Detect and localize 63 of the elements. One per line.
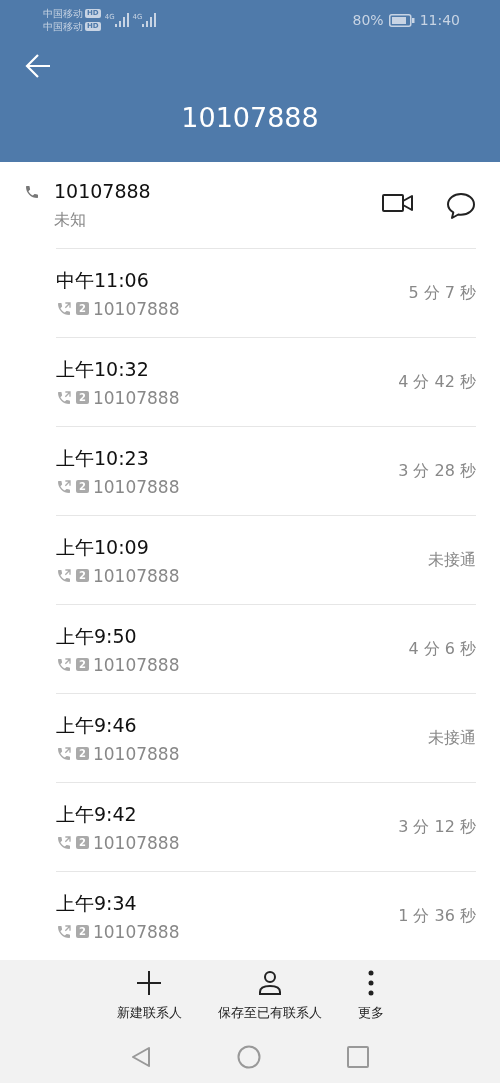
sim-badge: 2 xyxy=(76,391,89,405)
carrier-name: 中国移动 xyxy=(43,20,83,33)
call-duration: 未接通 xyxy=(428,727,476,749)
call-time: 上午10:32 xyxy=(56,356,150,382)
sim-badge: 2 xyxy=(76,658,89,672)
sim-badge: 2 xyxy=(76,925,89,939)
header-title: 10107888 xyxy=(180,102,320,133)
call-number: 10107888 xyxy=(92,654,180,675)
call-outgoing-icon xyxy=(56,923,72,940)
call-time: 上午9:50 xyxy=(56,623,138,649)
signal-icon xyxy=(114,13,129,27)
battery-icon xyxy=(388,13,415,27)
call-time: 上午10:23 xyxy=(56,445,150,471)
person-icon xyxy=(256,970,283,997)
call-time: 上午10:09 xyxy=(56,534,150,560)
contact-number: 10107888 xyxy=(54,179,152,202)
call-outgoing-icon xyxy=(56,389,72,406)
contact-label: 未知 xyxy=(54,209,87,231)
call-duration: 5 分 7 秒 xyxy=(408,282,476,304)
message-icon[interactable] xyxy=(446,191,476,220)
call-duration: 未接通 xyxy=(428,549,476,571)
call-duration: 3 分 12 秒 xyxy=(398,816,476,838)
call-outgoing-icon xyxy=(56,834,72,851)
action-button[interactable]: 新建联系人 xyxy=(116,970,182,1032)
call-duration: 4 分 6 秒 xyxy=(408,638,476,660)
call-outgoing-icon xyxy=(56,300,72,317)
call-number: 10107888 xyxy=(92,387,180,408)
call-number: 10107888 xyxy=(92,743,180,764)
sim-badge: 2 xyxy=(76,480,89,494)
clock-time: 11:40 xyxy=(419,12,460,28)
sim-badge: 2 xyxy=(76,836,89,850)
plus-icon xyxy=(136,970,162,997)
signal-icon xyxy=(142,13,157,27)
call-outgoing-icon xyxy=(56,656,72,673)
call-outgoing-icon xyxy=(56,567,72,584)
call-time: 上午9:34 xyxy=(56,890,138,916)
call-duration: 3 分 28 秒 xyxy=(398,460,476,482)
back-icon[interactable] xyxy=(24,52,52,80)
call-time: 上午9:42 xyxy=(56,801,138,827)
call-number: 10107888 xyxy=(92,565,180,586)
sim-badge: 2 xyxy=(76,747,89,761)
video-call-icon[interactable] xyxy=(382,191,414,214)
recents-nav-icon[interactable] xyxy=(347,1046,369,1069)
home-nav-icon[interactable] xyxy=(237,1045,261,1070)
battery-percent: 80% xyxy=(352,12,384,28)
carrier-name: 中国移动 xyxy=(43,7,83,20)
call-duration: 4 分 42 秒 xyxy=(398,371,476,393)
sim-badge: 2 xyxy=(76,302,89,316)
call-number: 10107888 xyxy=(92,298,180,319)
back-nav-icon[interactable] xyxy=(131,1046,151,1069)
sim-badge: 2 xyxy=(76,569,89,583)
call-outgoing-icon xyxy=(56,745,72,762)
action-button[interactable]: 保存至已有联系人 xyxy=(217,970,322,1032)
phone-icon xyxy=(24,183,40,200)
call-number: 10107888 xyxy=(92,921,180,942)
action-button[interactable]: 更多 xyxy=(357,970,384,1032)
call-time: 上午9:46 xyxy=(56,712,138,738)
call-outgoing-icon xyxy=(56,478,72,495)
call-time: 中午11:06 xyxy=(56,267,150,293)
more-icon xyxy=(366,970,375,997)
call-duration: 1 分 36 秒 xyxy=(398,905,476,927)
call-number: 10107888 xyxy=(92,476,180,497)
call-number: 10107888 xyxy=(92,832,180,853)
